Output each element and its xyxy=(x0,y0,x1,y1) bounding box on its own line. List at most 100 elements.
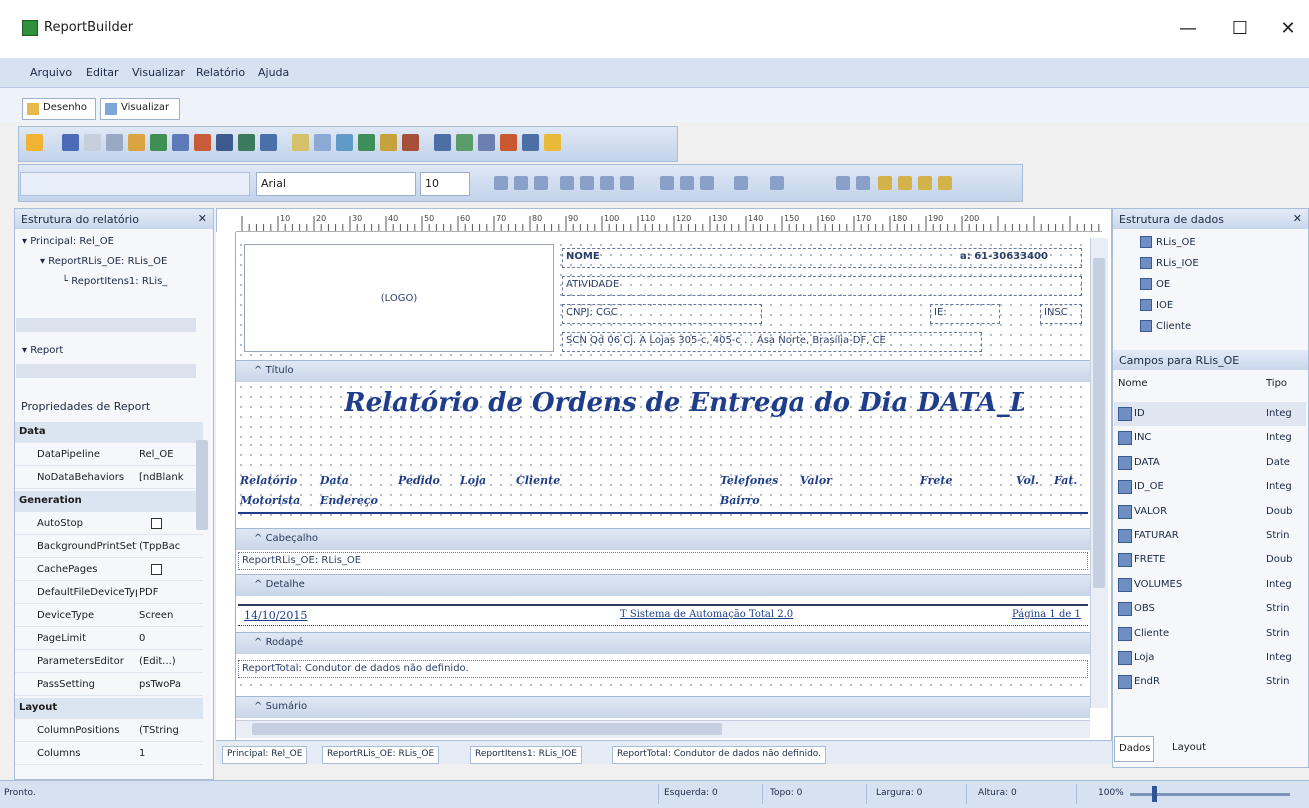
column-header[interactable]: Motorista xyxy=(240,494,300,507)
column-header[interactable]: Cliente xyxy=(516,474,560,487)
dbrichtext-tool-icon[interactable] xyxy=(336,134,353,151)
property-row[interactable]: DataPipeline Rel_OE xyxy=(15,445,203,466)
field-row[interactable]: VOLUMES Integ xyxy=(1114,573,1306,597)
line-tool-icon[interactable] xyxy=(216,134,233,151)
field-row[interactable]: VALOR Doub xyxy=(1114,500,1306,524)
band-titulo[interactable]: ^ Título xyxy=(236,360,1090,382)
bring-front-icon[interactable] xyxy=(836,176,850,190)
subreport-rlis[interactable]: ReportRLis_OE: RLis_OE xyxy=(238,552,1088,570)
field-row[interactable]: ID_OE Integ xyxy=(1114,475,1306,499)
field-row[interactable]: FRETE Doub xyxy=(1114,548,1306,572)
anchor-middle-icon[interactable] xyxy=(680,176,694,190)
property-value[interactable]: [ndBlank xyxy=(139,472,199,483)
select-tool-icon[interactable] xyxy=(26,134,43,151)
property-value[interactable]: Screen xyxy=(139,610,199,621)
anchor-top-icon[interactable] xyxy=(660,176,674,190)
detail-page[interactable]: Página 1 de 1 xyxy=(1012,609,1081,620)
tab-visualizar[interactable]: Visualizar xyxy=(100,98,180,120)
field-row[interactable]: EndR Strin xyxy=(1114,670,1306,694)
tree-hscroll[interactable] xyxy=(16,318,196,332)
subreport-total[interactable]: ReportTotal: Condutor de dados não defin… xyxy=(238,660,1088,678)
band-rodape[interactable]: ^ Rodapé xyxy=(236,632,1090,654)
barcode-tool-icon[interactable] xyxy=(194,134,211,151)
align-center-icon[interactable] xyxy=(580,176,594,190)
tree-item-principal[interactable]: ▾ Principal: Rel_OE xyxy=(22,236,114,247)
properties-scrollbar[interactable] xyxy=(196,440,208,530)
detail-date[interactable]: 14/10/2015 xyxy=(244,609,307,622)
property-row[interactable]: NoDataBehaviors [ndBlank xyxy=(15,468,203,489)
property-row[interactable]: CachePages xyxy=(15,560,203,581)
band-cabecalho[interactable]: ^ Cabeçalho xyxy=(236,528,1090,550)
dbimage-tool-icon[interactable] xyxy=(380,134,397,151)
dbcalc-tool-icon[interactable] xyxy=(358,134,375,151)
ie-label[interactable]: IE: xyxy=(930,304,1000,324)
band-detalhe[interactable]: ^ Detalhe xyxy=(236,574,1090,596)
activity-field[interactable]: ATIVIDADE xyxy=(562,276,1082,296)
align-right-icon[interactable] xyxy=(600,176,614,190)
property-value[interactable]: Rel_OE xyxy=(139,449,199,460)
field-row[interactable]: ID Integ xyxy=(1114,402,1306,426)
menu-relatorio[interactable]: Relatório xyxy=(196,66,245,79)
column-header[interactable]: Pedido xyxy=(398,474,440,487)
column-header[interactable]: Endereço xyxy=(320,494,378,507)
property-row[interactable]: AutoStop xyxy=(15,514,203,535)
tab-desenho[interactable]: Desenho xyxy=(22,98,96,120)
tab-reporttotal[interactable]: ReportTotal: Condutor de dados não defin… xyxy=(612,746,826,764)
dbmemo-tool-icon[interactable] xyxy=(314,134,331,151)
column-header[interactable]: Loja xyxy=(460,474,486,487)
fields-col-type[interactable]: Tipo xyxy=(1266,378,1287,389)
property-row[interactable]: PassSetting psTwoPa xyxy=(15,675,203,696)
bold-icon[interactable] xyxy=(494,176,508,190)
property-value[interactable]: PDF xyxy=(139,587,199,598)
memo-tool-icon[interactable] xyxy=(84,134,101,151)
property-row[interactable]: DefaultFileDeviceType PDF xyxy=(15,583,203,604)
property-category[interactable]: Layout xyxy=(15,698,203,719)
underline-icon[interactable] xyxy=(534,176,548,190)
close-icon[interactable]: ✕ xyxy=(198,212,207,225)
subreport-tool-icon[interactable] xyxy=(434,134,451,151)
field-row[interactable]: Cliente Strin xyxy=(1114,622,1306,646)
property-row[interactable]: DeviceType Screen xyxy=(15,606,203,627)
property-row[interactable]: ColumnPositions (TString xyxy=(15,721,203,742)
field-row[interactable]: FATURAR Strin xyxy=(1114,524,1306,548)
property-value[interactable]: 0 xyxy=(139,633,199,644)
band-sumario[interactable]: ^ Sumário xyxy=(236,696,1090,718)
image-tool-icon[interactable] xyxy=(150,134,167,151)
align-lefts-icon[interactable] xyxy=(878,176,892,190)
logo-image[interactable]: (LOGO) xyxy=(244,244,554,352)
header-divider-line[interactable] xyxy=(238,512,1088,514)
close-icon[interactable]: ✕ xyxy=(1293,212,1302,225)
menu-visualizar[interactable]: Visualizar xyxy=(132,66,185,79)
property-row[interactable]: Columns 1 xyxy=(15,744,203,765)
tab-dados[interactable]: Dados xyxy=(1114,736,1154,762)
insc-field[interactable]: INSC xyxy=(1040,304,1082,324)
data-tree-item[interactable]: RLis_OE xyxy=(1140,236,1196,248)
anchor-bottom-icon[interactable] xyxy=(700,176,714,190)
detail-system[interactable]: T Sistema de Automação Total 2.0 xyxy=(620,609,793,620)
wizard-tool-icon[interactable] xyxy=(544,134,561,151)
property-checkbox[interactable] xyxy=(151,564,162,575)
column-header[interactable]: Fat. xyxy=(1054,474,1077,487)
fields-col-name[interactable]: Nome xyxy=(1118,378,1148,389)
address-field[interactable]: SCN Qd 06 Cj. A Lojas 305-c, 405-c . . A… xyxy=(562,332,982,352)
data-tree-item[interactable]: OE xyxy=(1140,278,1170,290)
property-row[interactable]: PageLimit 0 xyxy=(15,629,203,650)
property-value[interactable]: (TppBac xyxy=(139,541,199,552)
property-value[interactable]: (TString xyxy=(139,725,199,736)
font-size-select[interactable]: 10 xyxy=(420,172,470,196)
italic-icon[interactable] xyxy=(514,176,528,190)
phone-field[interactable]: a: 61-30633400 xyxy=(960,251,1048,262)
chart-tool-icon[interactable] xyxy=(238,134,255,151)
tab-layout[interactable]: Layout xyxy=(1172,742,1206,753)
property-checkbox[interactable] xyxy=(151,518,162,529)
paint-tool-icon[interactable] xyxy=(500,134,517,151)
column-header[interactable]: Data xyxy=(320,474,349,487)
justify-icon[interactable] xyxy=(620,176,634,190)
field-row[interactable]: DATA Date xyxy=(1114,451,1306,475)
column-header[interactable]: Telefones xyxy=(720,474,778,487)
tree-item-reportrlis[interactable]: ▾ ReportRLis_OE: RLis_OE xyxy=(40,256,167,267)
font-select[interactable]: Arial xyxy=(256,172,416,196)
property-row[interactable]: BackgroundPrintSettings(TppBac xyxy=(15,537,203,558)
shape-tool-icon[interactable] xyxy=(172,134,189,151)
highlight-color-icon[interactable] xyxy=(770,176,784,190)
